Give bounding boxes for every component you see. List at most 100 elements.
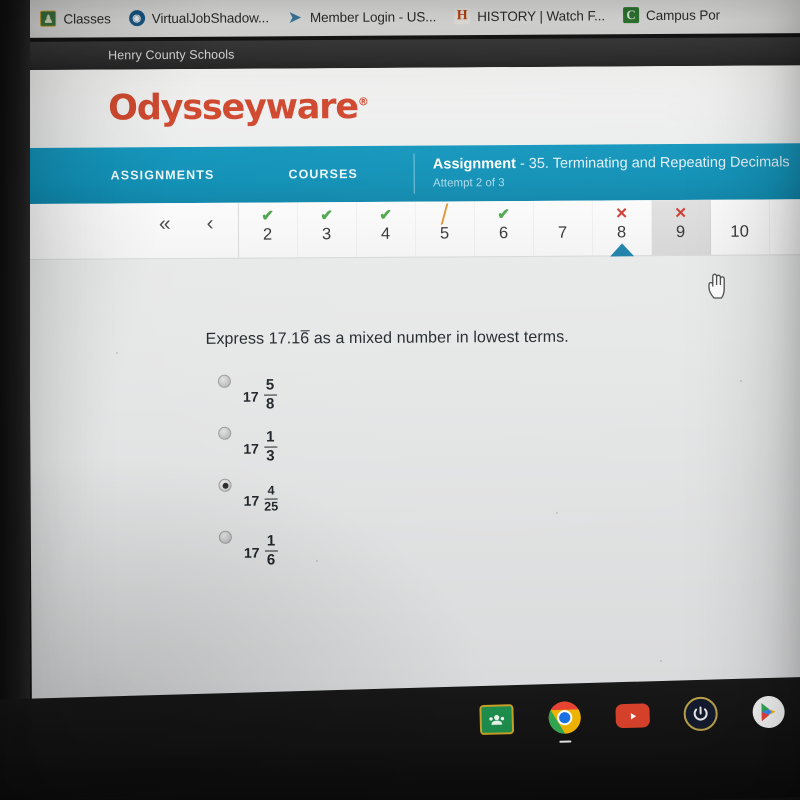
question-number-label: 2 xyxy=(262,225,273,244)
bookmark-label: HISTORY | Watch F... xyxy=(477,7,606,24)
question-number-7[interactable]: 7 xyxy=(533,200,593,256)
odysseyware-logo[interactable]: Odysseyware® xyxy=(108,87,369,129)
numerator: 1 xyxy=(266,532,276,550)
whole-part: 17 xyxy=(243,440,259,457)
answer-choice[interactable]: 17 1 6 xyxy=(207,521,800,577)
question-number-label: 6 xyxy=(498,224,509,243)
question-number-label: 4 xyxy=(380,224,391,243)
history-channel-icon: H xyxy=(454,8,471,25)
assignment-title-line: Assignment - 35. Terminating and Repeati… xyxy=(433,154,790,174)
question-number-4[interactable]: ✔ 4 xyxy=(356,201,416,257)
question-status-incorrect: ✕ xyxy=(674,204,687,223)
fraction: 58 xyxy=(263,376,277,412)
question-status-correct: ✔ xyxy=(497,206,510,224)
assignment-label: Assignment xyxy=(432,156,516,173)
radio-button[interactable] xyxy=(218,426,232,440)
screen-photo: ks ♟ Classes ◉ VirtualJobShadow... ➤ Mem… xyxy=(0,0,800,800)
denominator: 3 xyxy=(263,445,277,464)
fraction: 16 xyxy=(264,532,278,568)
nav-courses[interactable]: COURSES xyxy=(282,167,364,181)
mixed-number: 17 1 6 xyxy=(243,532,278,568)
radio-button[interactable] xyxy=(217,374,231,388)
fraction: 13 xyxy=(263,428,277,464)
fraction: 4 25 xyxy=(264,483,279,514)
active-app-indicator xyxy=(559,740,572,743)
question-number-9[interactable]: ✕ 9 xyxy=(651,199,711,256)
numerator: 5 xyxy=(265,376,275,394)
youtube-icon[interactable] xyxy=(614,697,651,734)
question-number-list: ✔ 2 ✔ 3 ✔ 4 ╱ 5 ✔ 6 7 ✕ 8 ✕ 9 10 xyxy=(238,199,770,258)
brand-header: Odysseyware® xyxy=(28,65,800,148)
question-prompt: Express 17.16 as a mixed number in lowes… xyxy=(206,327,800,349)
mixed-number: 17 5 8 xyxy=(242,376,277,412)
first-page-button[interactable]: « xyxy=(159,212,171,248)
question-number-label: 9 xyxy=(675,222,686,242)
google-play-icon[interactable] xyxy=(750,693,787,730)
bookmark-label: VirtualJobShadow... xyxy=(151,9,269,26)
bookmark-item-virtualjobshadow[interactable]: ◉ VirtualJobShadow... xyxy=(120,0,278,37)
radio-button-selected[interactable] xyxy=(218,478,232,492)
google-classroom-icon[interactable] xyxy=(478,701,515,738)
whole-part: 17 xyxy=(243,544,260,561)
question-number-2[interactable]: ✔ 2 xyxy=(238,202,298,258)
question-number-label: 3 xyxy=(321,225,332,244)
attempt-status: Attempt 2 of 3 xyxy=(432,177,505,190)
assignment-header-bar: ASSIGNMENTS COURSES Assignment - 35. Ter… xyxy=(28,143,800,204)
question-status-correct: ✔ xyxy=(320,207,333,225)
bookmark-item-classes[interactable]: ♟ Classes xyxy=(31,0,120,38)
repeating-digit: 6 xyxy=(300,330,310,348)
bookmark-label: Classes xyxy=(63,10,111,27)
browser-bookmarks-bar: ks ♟ Classes ◉ VirtualJobShadow... ➤ Mem… xyxy=(0,0,800,38)
question-prefix: Express 17.1 xyxy=(205,330,301,348)
qnav-arrow-group: « ‹ xyxy=(158,202,239,259)
answer-choice[interactable]: 17 5 8 xyxy=(206,365,800,421)
question-suffix: as a mixed number in lowest terms. xyxy=(309,328,569,348)
question-number-3[interactable]: ✔ 3 xyxy=(297,201,357,258)
question-body: Express 17.16 as a mixed number in lowes… xyxy=(29,255,800,578)
district-bar: Henry County Schools xyxy=(0,37,800,70)
question-number-label: 10 xyxy=(730,222,750,241)
bookmark-item-history[interactable]: H HISTORY | Watch F... xyxy=(445,0,614,35)
question-status-partial: ╱ xyxy=(437,205,452,225)
numerator: 4 xyxy=(267,483,275,498)
nav-assignments[interactable]: ASSIGNMENTS xyxy=(105,168,221,183)
mixed-number: 17 1 3 xyxy=(243,428,277,464)
assignment-info: Assignment - 35. Terminating and Repeati… xyxy=(433,154,790,192)
virtualjobshadow-icon: ◉ xyxy=(128,10,145,27)
numerator: 1 xyxy=(266,428,275,446)
bookmark-item-campus-portal[interactable]: C Campus Por xyxy=(614,0,729,34)
question-status-correct: ✔ xyxy=(379,206,392,224)
answer-choice[interactable]: 17 4 25 xyxy=(206,469,800,525)
bookmark-label: Campus Por xyxy=(645,7,721,23)
classes-icon: ♟ xyxy=(40,10,57,27)
header-divider xyxy=(413,153,416,194)
mixed-number: 17 4 25 xyxy=(243,483,279,514)
radio-button[interactable] xyxy=(218,530,232,544)
odysseyware-page: Odysseyware® ASSIGNMENTS COURSES Assignm… xyxy=(28,65,800,718)
current-question-pointer xyxy=(609,243,634,257)
denominator: 25 xyxy=(264,497,279,514)
answer-choice-list: 17 5 8 17 1 3 17 4 25 17 1 6 xyxy=(206,365,800,577)
google-chrome-icon[interactable] xyxy=(546,699,583,743)
whole-part: 17 xyxy=(242,388,259,405)
denominator: 6 xyxy=(264,549,278,568)
question-number-label: 5 xyxy=(439,224,450,243)
denominator: 8 xyxy=(263,393,277,412)
whole-part: 17 xyxy=(243,492,260,509)
assignment-name: - 35. Terminating and Repeating Decimals xyxy=(515,154,790,173)
question-number-6[interactable]: ✔ 6 xyxy=(474,200,534,257)
previous-page-button[interactable]: ‹ xyxy=(207,212,214,248)
screen-bezel-left xyxy=(0,0,30,718)
answer-choice[interactable]: 17 1 3 xyxy=(206,417,800,473)
question-status-correct: ✔ xyxy=(261,207,274,225)
bookmark-item-member-login[interactable]: ➤ Member Login - US... xyxy=(278,0,446,36)
power-icon[interactable] xyxy=(682,695,719,732)
question-number-10[interactable]: 10 xyxy=(710,199,770,255)
registered-mark: ® xyxy=(357,95,369,109)
bookmark-label: Member Login - US... xyxy=(309,8,437,25)
question-number-label: 7 xyxy=(557,223,568,242)
district-name: Henry County Schools xyxy=(108,47,235,63)
question-number-5[interactable]: ╱ 5 xyxy=(415,201,475,257)
question-number-8[interactable]: ✕ 8 xyxy=(592,200,652,257)
question-status-incorrect: ✕ xyxy=(615,205,628,223)
